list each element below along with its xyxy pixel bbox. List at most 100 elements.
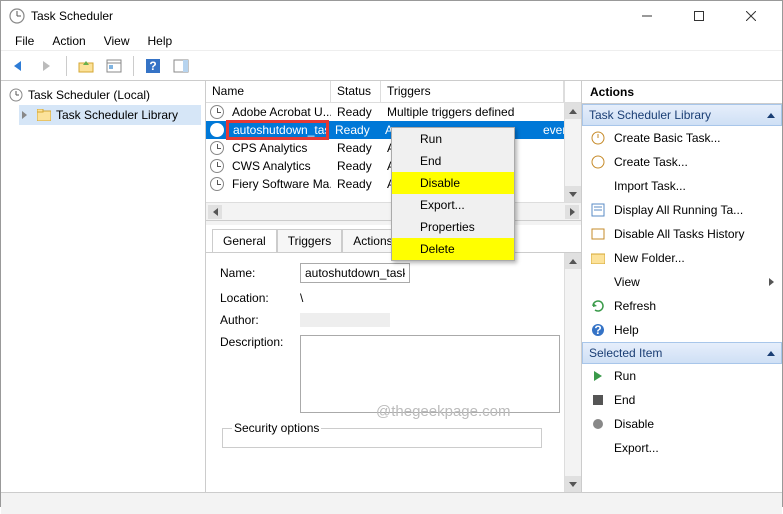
action-display-running[interactable]: Display All Running Ta... [582,198,782,222]
task-status: Ready [331,105,381,119]
expand-icon[interactable] [22,111,32,119]
action-new-folder[interactable]: New Folder... [582,246,782,270]
menu-view[interactable]: View [96,32,138,50]
task-name: Fiery Software Ma... [226,177,331,191]
action-label: Refresh [614,299,656,313]
action-create-task[interactable]: Create Task... [582,150,782,174]
action-label: New Folder... [614,251,685,265]
ctx-export[interactable]: Export... [392,194,514,216]
disable-icon [590,416,606,432]
action-label: Display All Running Ta... [614,203,743,217]
maximize-button[interactable] [680,2,718,30]
location-value: \ [300,291,303,305]
forward-button[interactable] [35,54,59,78]
task-name: autoshutdown_task [226,120,329,140]
location-label: Location: [220,291,300,305]
folder-up-button[interactable] [74,54,98,78]
action-help[interactable]: ? Help [582,318,782,342]
properties-button[interactable] [102,54,126,78]
ctx-properties[interactable]: Properties [392,216,514,238]
actions-section-selected[interactable]: Selected Item [582,342,782,364]
action-disable[interactable]: Disable [582,412,782,436]
action-label: Import Task... [614,179,686,193]
back-button[interactable] [7,54,31,78]
app-icon [9,8,25,24]
menu-action[interactable]: Action [44,32,93,50]
action-label: Run [614,369,636,383]
action-import-task[interactable]: Import Task... [582,174,782,198]
menu-file[interactable]: File [7,32,42,50]
context-menu: Run End Disable Export... Properties Del… [391,127,515,261]
list-icon [590,202,606,218]
collapse-icon[interactable] [767,113,775,118]
refresh-icon [590,298,606,314]
clock-icon [590,154,606,170]
blank-icon [590,274,606,290]
tab-general[interactable]: General [212,229,277,252]
svg-text:?: ? [594,323,601,337]
col-status[interactable]: Status [331,81,381,102]
action-create-basic-task[interactable]: Create Basic Task... [582,126,782,150]
run-icon [590,368,606,384]
tree-library-label: Task Scheduler Library [56,108,178,122]
action-view[interactable]: View [582,270,782,294]
action-label: Help [614,323,639,337]
ctx-disable[interactable]: Disable [392,172,514,194]
action-refresh[interactable]: Refresh [582,294,782,318]
task-status: Ready [329,123,379,137]
actions-title: Actions [582,81,782,104]
pane-button[interactable] [169,54,193,78]
ctx-run[interactable]: Run [392,128,514,150]
help-icon: ? [590,322,606,338]
security-options: Security options [222,421,542,448]
minimize-button[interactable] [628,2,666,30]
clock-icon [590,130,606,146]
toolbar: ? [1,51,782,81]
titlebar: Task Scheduler [1,1,782,31]
help-button[interactable]: ? [141,54,165,78]
task-icon [210,105,224,119]
task-icon [210,159,224,173]
action-label: View [614,275,640,289]
collapse-icon[interactable] [767,351,775,356]
description-field[interactable] [300,335,560,413]
ctx-end[interactable]: End [392,150,514,172]
action-export[interactable]: Export... [582,436,782,460]
action-label: Create Task... [614,155,688,169]
tree-root-label: Task Scheduler (Local) [28,88,150,102]
clock-icon [8,87,24,103]
col-name[interactable]: Name [206,81,331,102]
name-label: Name: [220,266,300,280]
stop-icon [590,392,606,408]
action-label: End [614,393,635,407]
actions-section-library[interactable]: Task Scheduler Library [582,104,782,126]
action-label: Disable All Tasks History [614,227,745,241]
action-disable-history[interactable]: Disable All Tasks History [582,222,782,246]
close-button[interactable] [732,2,770,30]
task-triggers: Multiple triggers defined [381,105,520,119]
action-run[interactable]: Run [582,364,782,388]
history-icon [590,226,606,242]
task-icon [210,123,224,137]
folder-icon [36,107,52,123]
author-value [300,313,390,327]
status-bar [1,492,782,514]
vertical-scrollbar[interactable] [564,103,581,202]
tree-pane: Task Scheduler (Local) Task Scheduler Li… [1,81,206,492]
tree-library[interactable]: Task Scheduler Library [19,105,201,125]
task-header: Name Status Triggers [206,81,581,103]
task-row[interactable]: Adobe Acrobat U... Ready Multiple trigge… [206,103,581,121]
tree-root[interactable]: Task Scheduler (Local) [5,85,201,105]
tab-triggers[interactable]: Triggers [277,229,343,252]
menu-help[interactable]: Help [140,32,181,50]
window-title: Task Scheduler [31,9,113,23]
action-end[interactable]: End [582,388,782,412]
col-triggers[interactable]: Triggers [381,81,564,102]
ctx-delete[interactable]: Delete [392,238,514,260]
name-field[interactable] [300,263,410,283]
action-label: Create Basic Task... [614,131,721,145]
task-status: Ready [331,177,381,191]
vertical-scrollbar[interactable] [564,253,581,492]
blank-icon [590,178,606,194]
task-name: CWS Analytics [226,159,331,173]
